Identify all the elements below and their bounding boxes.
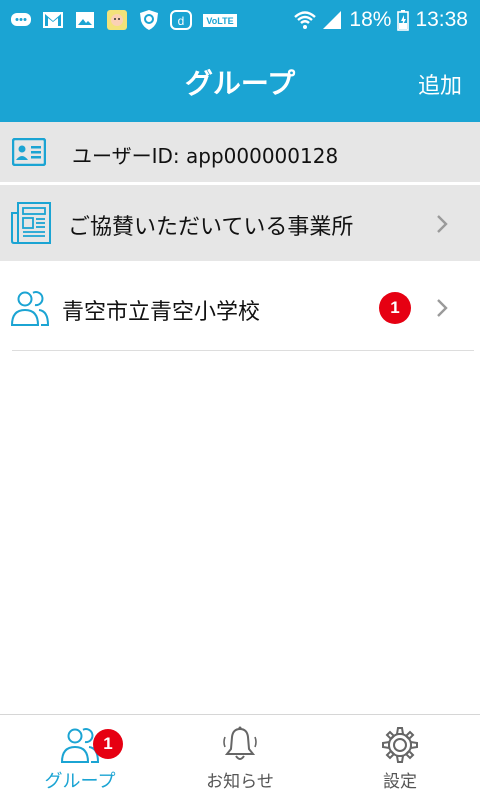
app-icon — [106, 9, 128, 31]
chat-icon — [10, 9, 32, 31]
add-button[interactable]: 追加 — [418, 68, 462, 100]
status-bar: d VoLTE 18% 13:38 — [0, 0, 480, 40]
newspaper-icon — [10, 201, 52, 245]
tab-groups[interactable]: 1 グループ — [0, 715, 160, 800]
sponsor-label: ご協賛いただいている事業所 — [68, 215, 354, 240]
tab-label: グループ — [44, 771, 116, 792]
image-icon — [74, 9, 96, 31]
user-id-text: ユーザーID: app000000128 — [72, 144, 339, 168]
unread-badge: 1 — [379, 292, 411, 324]
bottom-navigation: 1 グループ お知らせ 設定 — [0, 714, 480, 800]
signal-icon — [321, 9, 343, 31]
id-card-icon — [11, 137, 47, 167]
wifi-icon — [293, 9, 317, 31]
tab-label: お知らせ — [206, 772, 274, 792]
sponsor-list-item[interactable]: ご協賛いただいている事業所 — [0, 185, 480, 261]
svg-text:d: d — [178, 14, 185, 28]
group-icon — [10, 288, 50, 328]
d-icon: d — [170, 9, 192, 31]
app-header: グループ 追加 — [0, 40, 480, 122]
status-system-icons: 18% 13:38 — [293, 6, 468, 34]
page-title: グループ — [184, 67, 296, 100]
chevron-right-icon — [434, 297, 450, 319]
bell-icon — [220, 725, 260, 765]
group-name: 青空市立青空小学校 — [62, 300, 261, 325]
tab-notifications[interactable]: お知らせ — [160, 715, 320, 800]
tab-label: 設定 — [383, 772, 417, 792]
group-list-item[interactable]: 青空市立青空小学校 1 — [0, 268, 480, 350]
tab-badge: 1 — [93, 729, 123, 759]
battery-percentage: 18% — [349, 8, 392, 31]
tab-settings[interactable]: 設定 — [320, 715, 480, 800]
status-notification-icons: d VoLTE — [10, 7, 238, 33]
gmail-icon — [42, 9, 64, 31]
svg-text:VoLTE: VoLTE — [206, 16, 233, 26]
battery-icon — [397, 9, 410, 31]
chevron-right-icon — [434, 213, 450, 235]
volte-icon: VoLTE — [202, 9, 238, 31]
user-id-row: ユーザーID: app000000128 — [0, 122, 480, 182]
gear-icon — [380, 725, 420, 765]
shield-icon — [138, 9, 160, 31]
divider — [12, 350, 474, 351]
clock: 13:38 — [415, 8, 468, 31]
